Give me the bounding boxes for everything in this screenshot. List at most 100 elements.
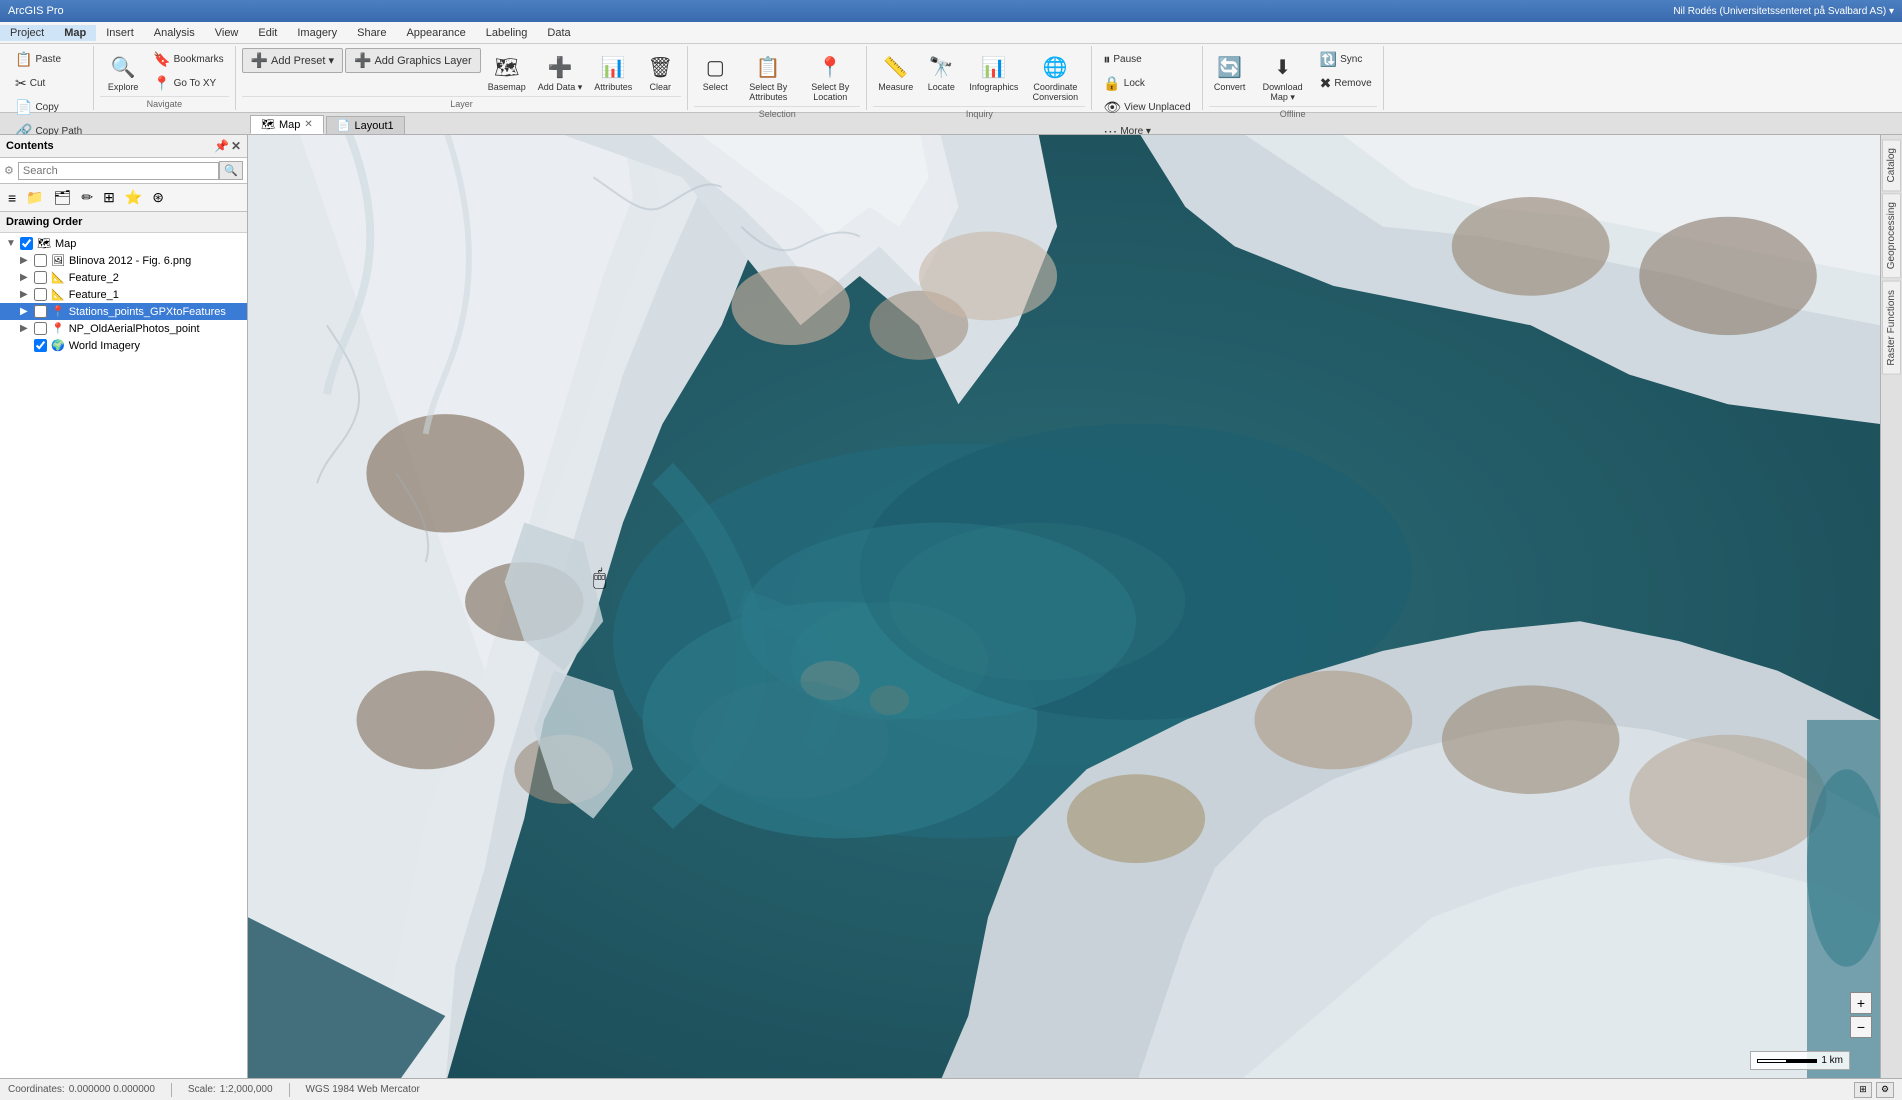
download-map-button[interactable]: ⬇ Download Map ▾ (1253, 48, 1313, 106)
more-layers-icon[interactable]: ⊛ (148, 187, 168, 208)
expand-arrow-np: ▶ (20, 323, 30, 334)
lock-button[interactable]: 🔒 Lock (1098, 72, 1195, 95)
select-icon: ▢ (699, 51, 731, 83)
copy-button[interactable]: 📄 Copy (10, 96, 87, 119)
view-unplaced-button[interactable]: 👁 View Unplaced (1098, 96, 1195, 119)
bookmark-icon[interactable]: ⭐ (121, 187, 146, 208)
tab-map-close[interactable]: ✕ (304, 119, 312, 130)
selection-label: Selection (694, 106, 860, 119)
projection-display: WGS 1984 Web Mercator (306, 1084, 420, 1095)
projection-value: WGS 1984 Web Mercator (306, 1084, 420, 1095)
layer-item-world[interactable]: 🌍 World Imagery (0, 337, 247, 354)
bookmarks-button[interactable]: 🔖 Bookmarks (148, 48, 228, 71)
layer-item-np-aerial[interactable]: ▶ 📍 NP_OldAerialPhotos_point (0, 320, 247, 337)
scale-label: Scale: (188, 1084, 216, 1095)
select-button[interactable]: ▢ Select (694, 48, 736, 96)
select-by-attr-button[interactable]: 📋 Select By Attributes (738, 48, 798, 106)
tab-layout1[interactable]: 📄 Layout1 (326, 116, 405, 134)
contents-title: Contents (6, 140, 54, 152)
add-graphics-button[interactable]: ➕ Add Graphics Layer (345, 48, 481, 73)
menu-imagery[interactable]: Imagery (287, 25, 347, 41)
checkbox-feature2[interactable] (34, 271, 47, 284)
checkbox-world[interactable] (34, 339, 47, 352)
explore-button[interactable]: 🔍 Explore (100, 48, 146, 96)
menu-insert[interactable]: Insert (96, 25, 144, 41)
right-tab-geoprocessing[interactable]: Geoprocessing (1882, 193, 1901, 278)
menu-appearance[interactable]: Appearance (396, 25, 475, 41)
remove-button[interactable]: ✖ Remove (1315, 72, 1377, 95)
fit-to-window-button[interactable]: ⊞ (1854, 1082, 1872, 1098)
group-layer-icon[interactable]: 📁 (22, 187, 47, 208)
layer-item-feature1[interactable]: ▶ 📐 Feature_1 (0, 286, 247, 303)
navigate-buttons: 🔍 Explore 🔖 Bookmarks 📍 Go To XY (100, 48, 228, 96)
menu-data[interactable]: Data (537, 25, 580, 41)
status-settings-button[interactable]: ⚙ (1876, 1082, 1894, 1098)
menu-share[interactable]: Share (347, 25, 396, 41)
close-panel-icon[interactable]: ✕ (231, 139, 241, 153)
checkbox-blinova[interactable] (34, 254, 47, 267)
expand-arrow-blinova: ▶ (20, 255, 30, 266)
basemap-button[interactable]: 🗺 Basemap (483, 48, 531, 96)
pause-icon: ⏸ (1103, 51, 1110, 68)
checkbox-np[interactable] (34, 322, 47, 335)
user-info[interactable]: Nil Rodés (Universitetssenteret på Svalb… (1673, 6, 1894, 17)
infographics-button[interactable]: 📊 Infographics (964, 48, 1023, 96)
attributes-icon: 📊 (597, 51, 629, 83)
add-data-button[interactable]: ➕ Add Data ▾ (533, 48, 588, 96)
bookmarks-icon: 🔖 (153, 51, 170, 68)
table-icon[interactable]: ⊞ (99, 187, 119, 208)
menu-view[interactable]: View (205, 25, 249, 41)
menu-map[interactable]: Map (54, 25, 96, 41)
offline-label: Offline (1209, 106, 1377, 119)
contents-panel: Contents 📌 ✕ ⚙ 🔍 ≡ 📁 🗂 ✏ ⊞ ⭐ ⊛ Drawing O… (0, 135, 248, 1078)
cut-button[interactable]: ✂ Cut (10, 72, 87, 95)
main-layout: Contents 📌 ✕ ⚙ 🔍 ≡ 📁 🗂 ✏ ⊞ ⭐ ⊛ Drawing O… (0, 135, 1902, 1078)
menu-analysis[interactable]: Analysis (144, 25, 205, 41)
clear-button[interactable]: 🗑 Clear (639, 48, 681, 96)
convert-icon: 🔄 (1214, 51, 1246, 83)
add-graphics-icon: ➕ (354, 52, 371, 69)
pause-button[interactable]: ⏸ Pause (1098, 48, 1195, 71)
labeling-buttons: ⏸ Pause 🔒 Lock 👁 View Unplaced ⋯ More ▾ (1098, 48, 1195, 143)
select-by-loc-button[interactable]: 📍 Select By Location (800, 48, 860, 106)
add-data-icon: ➕ (544, 51, 576, 83)
zoom-controls: + − (1850, 992, 1872, 1038)
list-view-icon[interactable]: ≡ (4, 188, 20, 208)
zoom-out-button[interactable]: − (1850, 1016, 1872, 1038)
map-area[interactable]: 🖱 1 km + − (248, 135, 1880, 1078)
app-title: ArcGIS Pro (8, 5, 64, 17)
pin-icon[interactable]: 📌 (214, 139, 229, 153)
checkbox-feature1[interactable] (34, 288, 47, 301)
menu-project[interactable]: Project (0, 25, 54, 41)
tab-map[interactable]: 🗺 Map ✕ (250, 115, 324, 134)
convert-button[interactable]: 🔄 Convert (1209, 48, 1251, 96)
measure-button[interactable]: 📏 Measure (873, 48, 918, 96)
layer-item-feature2[interactable]: ▶ 📐 Feature_2 (0, 269, 247, 286)
clear-icon: 🗑 (644, 51, 676, 83)
layer-item-stations[interactable]: ▶ 📍 Stations_points_GPXtoFeatures (0, 303, 247, 320)
add-preset-button[interactable]: ➕ Add Preset ▾ (242, 48, 343, 73)
checkbox-map[interactable] (20, 237, 33, 250)
paste-button[interactable]: 📋 Paste (10, 48, 87, 71)
layer-label: Layer (242, 96, 682, 109)
edit-layer-icon[interactable]: ✏ (77, 187, 97, 208)
right-tab-raster[interactable]: Raster Functions (1882, 281, 1901, 375)
checkbox-stations[interactable] (34, 305, 47, 318)
copy-icon: 📄 (15, 99, 32, 116)
right-tab-catalog[interactable]: Catalog (1882, 139, 1901, 191)
layer-item-map[interactable]: ▼ 🗺 Map (0, 235, 247, 252)
zoom-in-button[interactable]: + (1850, 992, 1872, 1014)
sync-button[interactable]: 🔃 Sync (1315, 48, 1377, 71)
menu-edit[interactable]: Edit (248, 25, 287, 41)
search-button[interactable]: 🔍 (219, 161, 243, 180)
locate-button[interactable]: 🔭 Locate (920, 48, 962, 96)
goto-xy-button[interactable]: 📍 Go To XY (148, 72, 228, 95)
menu-labeling[interactable]: Labeling (476, 25, 538, 41)
world-layer-icon: 🌍 (51, 339, 65, 352)
search-input[interactable] (18, 162, 219, 180)
layer-item-blinova[interactable]: ▶ 🖼 Blinova 2012 - Fig. 6.png (0, 252, 247, 269)
coordinate-button[interactable]: 🌐 Coordinate Conversion (1025, 48, 1085, 106)
attributes-button[interactable]: 📊 Attributes (589, 48, 637, 96)
scale-display: Scale: 1:2,000,000 (188, 1084, 273, 1095)
layer-icon[interactable]: 🗂 (50, 187, 76, 208)
